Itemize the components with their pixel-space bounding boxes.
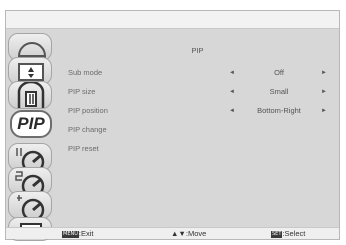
setting-label: PIP size (68, 87, 96, 96)
pip-icon: PIP (17, 114, 45, 133)
hint-move: ▲▼:Move (171, 229, 206, 238)
page-title: PIP (191, 46, 204, 55)
menu-footer: MENU:Exit ▲▼:Move SET:Select (6, 227, 339, 239)
advanced-option-icon (17, 195, 45, 218)
setting-label: PIP change (68, 125, 107, 134)
osd-menu: PIP PIP Sub mode ◄ Off ► PIP size ◄ Smal… (5, 10, 340, 241)
audio-icon (17, 82, 45, 108)
arrow-right-icon[interactable]: ► (321, 68, 327, 78)
arrow-left-icon[interactable]: ◄ (229, 68, 235, 78)
arrow-left-icon[interactable]: ◄ (229, 87, 235, 97)
setting-row-pip-size[interactable]: PIP size ◄ Small ► (57, 87, 338, 99)
setting-row-pip-reset[interactable]: PIP reset (57, 144, 338, 156)
sidebar-item-audio[interactable] (8, 81, 52, 109)
setting-row-sub-mode[interactable]: Sub mode ◄ Off ► (57, 68, 338, 80)
pip-settings-panel: PIP Sub mode ◄ Off ► PIP size ◄ Small ► … (57, 31, 338, 221)
set-key-icon: SET (271, 231, 283, 238)
hint-select-text: :Select (282, 229, 306, 238)
hint-move-text: :Move (185, 229, 207, 238)
setting-label: PIP reset (68, 144, 99, 153)
setting-value: Small (269, 87, 289, 96)
menu-key-icon: MENU (62, 231, 79, 238)
hint-exit: MENU:Exit (62, 229, 93, 238)
setting-label: PIP position (68, 106, 108, 115)
sidebar-item-advanced-option[interactable] (8, 191, 52, 219)
sidebar-item-pip[interactable]: PIP (10, 110, 52, 138)
arrow-right-icon[interactable]: ► (321, 106, 327, 116)
setting-row-pip-position[interactable]: PIP position ◄ Bottom-Right ► (57, 106, 338, 118)
arrow-left-icon[interactable]: ◄ (229, 106, 235, 116)
setting-label: Sub mode (68, 68, 103, 77)
setting-value: Off (274, 68, 284, 77)
setting-row-pip-change[interactable]: PIP change (57, 125, 338, 137)
up-down-arrow-icon: ▲▼ (171, 229, 186, 238)
arrow-right-icon[interactable]: ► (321, 87, 327, 97)
menu-top-bar (6, 11, 339, 29)
hint-exit-text: :Exit (78, 229, 94, 238)
menu-sidebar: PIP (8, 33, 54, 241)
setting-value: Bottom-Right (257, 106, 301, 115)
hint-select: SET:Select (271, 229, 305, 238)
